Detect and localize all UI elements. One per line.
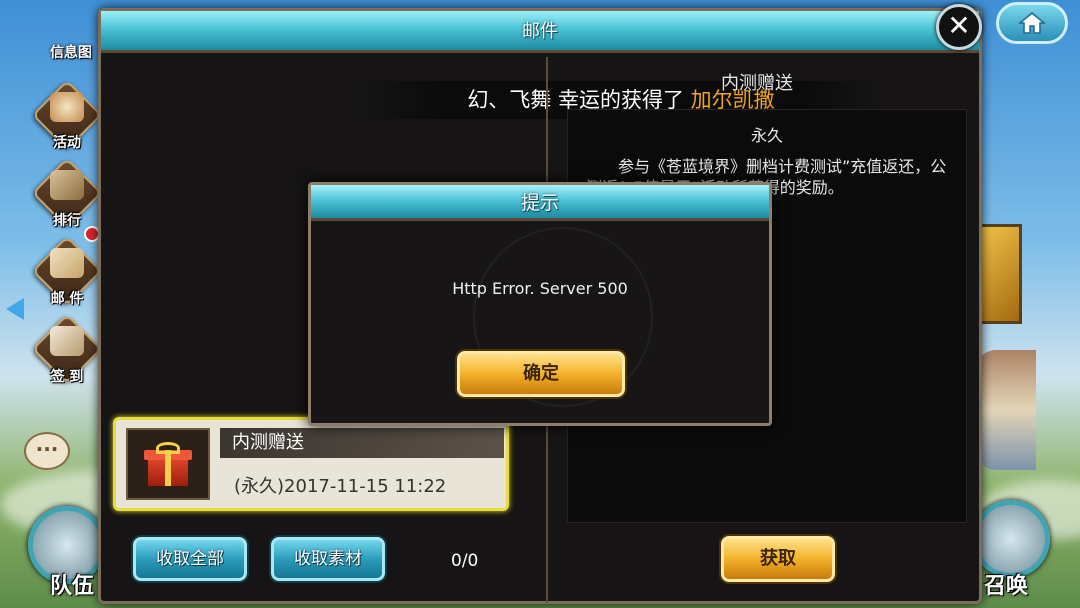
event-card[interactable]: [976, 224, 1022, 324]
home-button[interactable]: [996, 2, 1068, 44]
event-icon-art: [50, 92, 84, 122]
detail-subtitle: 永久: [750, 126, 783, 145]
chat-icon[interactable]: ···: [24, 432, 70, 470]
summon-label: 召唤: [984, 574, 1029, 599]
gift-icon: [126, 428, 210, 500]
close-button[interactable]: ✕: [936, 4, 982, 50]
mail-icon-art: [50, 248, 84, 278]
expand-arrow-icon[interactable]: [6, 298, 24, 320]
mail-item-title: 内测赠送: [220, 428, 504, 458]
info-label: 信息图: [50, 45, 92, 61]
sidebar-item-ranking[interactable]: 排行: [31, 157, 103, 229]
summon-button[interactable]: [972, 500, 1050, 578]
mail-count: 0/0: [451, 551, 479, 571]
collect-all-button[interactable]: 收取全部: [133, 537, 247, 581]
checkin-icon-art: [50, 326, 84, 356]
sidebar-item-checkin[interactable]: 签 到: [31, 313, 103, 385]
sidebar-item-mail[interactable]: 邮 件: [31, 235, 103, 307]
sidebar-item-label: 邮 件: [50, 291, 84, 307]
team-label: 队伍: [50, 574, 95, 599]
dialog-title: 提示: [311, 185, 769, 221]
sidebar-item-label: 活动: [53, 135, 81, 151]
list-item[interactable]: 内测赠送 (永久)2017-11-15 11:22: [113, 417, 509, 511]
detail-title: 内测赠送: [721, 73, 793, 94]
window-title: 邮件: [101, 11, 979, 53]
home-icon: [1018, 12, 1046, 34]
collect-materials-button[interactable]: 收取素材: [271, 537, 385, 581]
dialog-message: Http Error. Server 500: [452, 279, 628, 298]
character-portrait: [976, 350, 1036, 470]
claim-button[interactable]: 获取: [721, 536, 835, 582]
sidebar-item-event[interactable]: 活动: [31, 79, 103, 151]
ranking-icon-art: [50, 170, 84, 200]
error-dialog: 提示 Http Error. Server 500 确定: [308, 182, 772, 426]
mail-item-date: (永久)2017-11-15 11:22: [234, 476, 447, 497]
sidebar-item-label: 签 到: [50, 369, 84, 385]
close-icon: ✕: [947, 9, 971, 42]
confirm-button[interactable]: 确定: [457, 351, 625, 397]
